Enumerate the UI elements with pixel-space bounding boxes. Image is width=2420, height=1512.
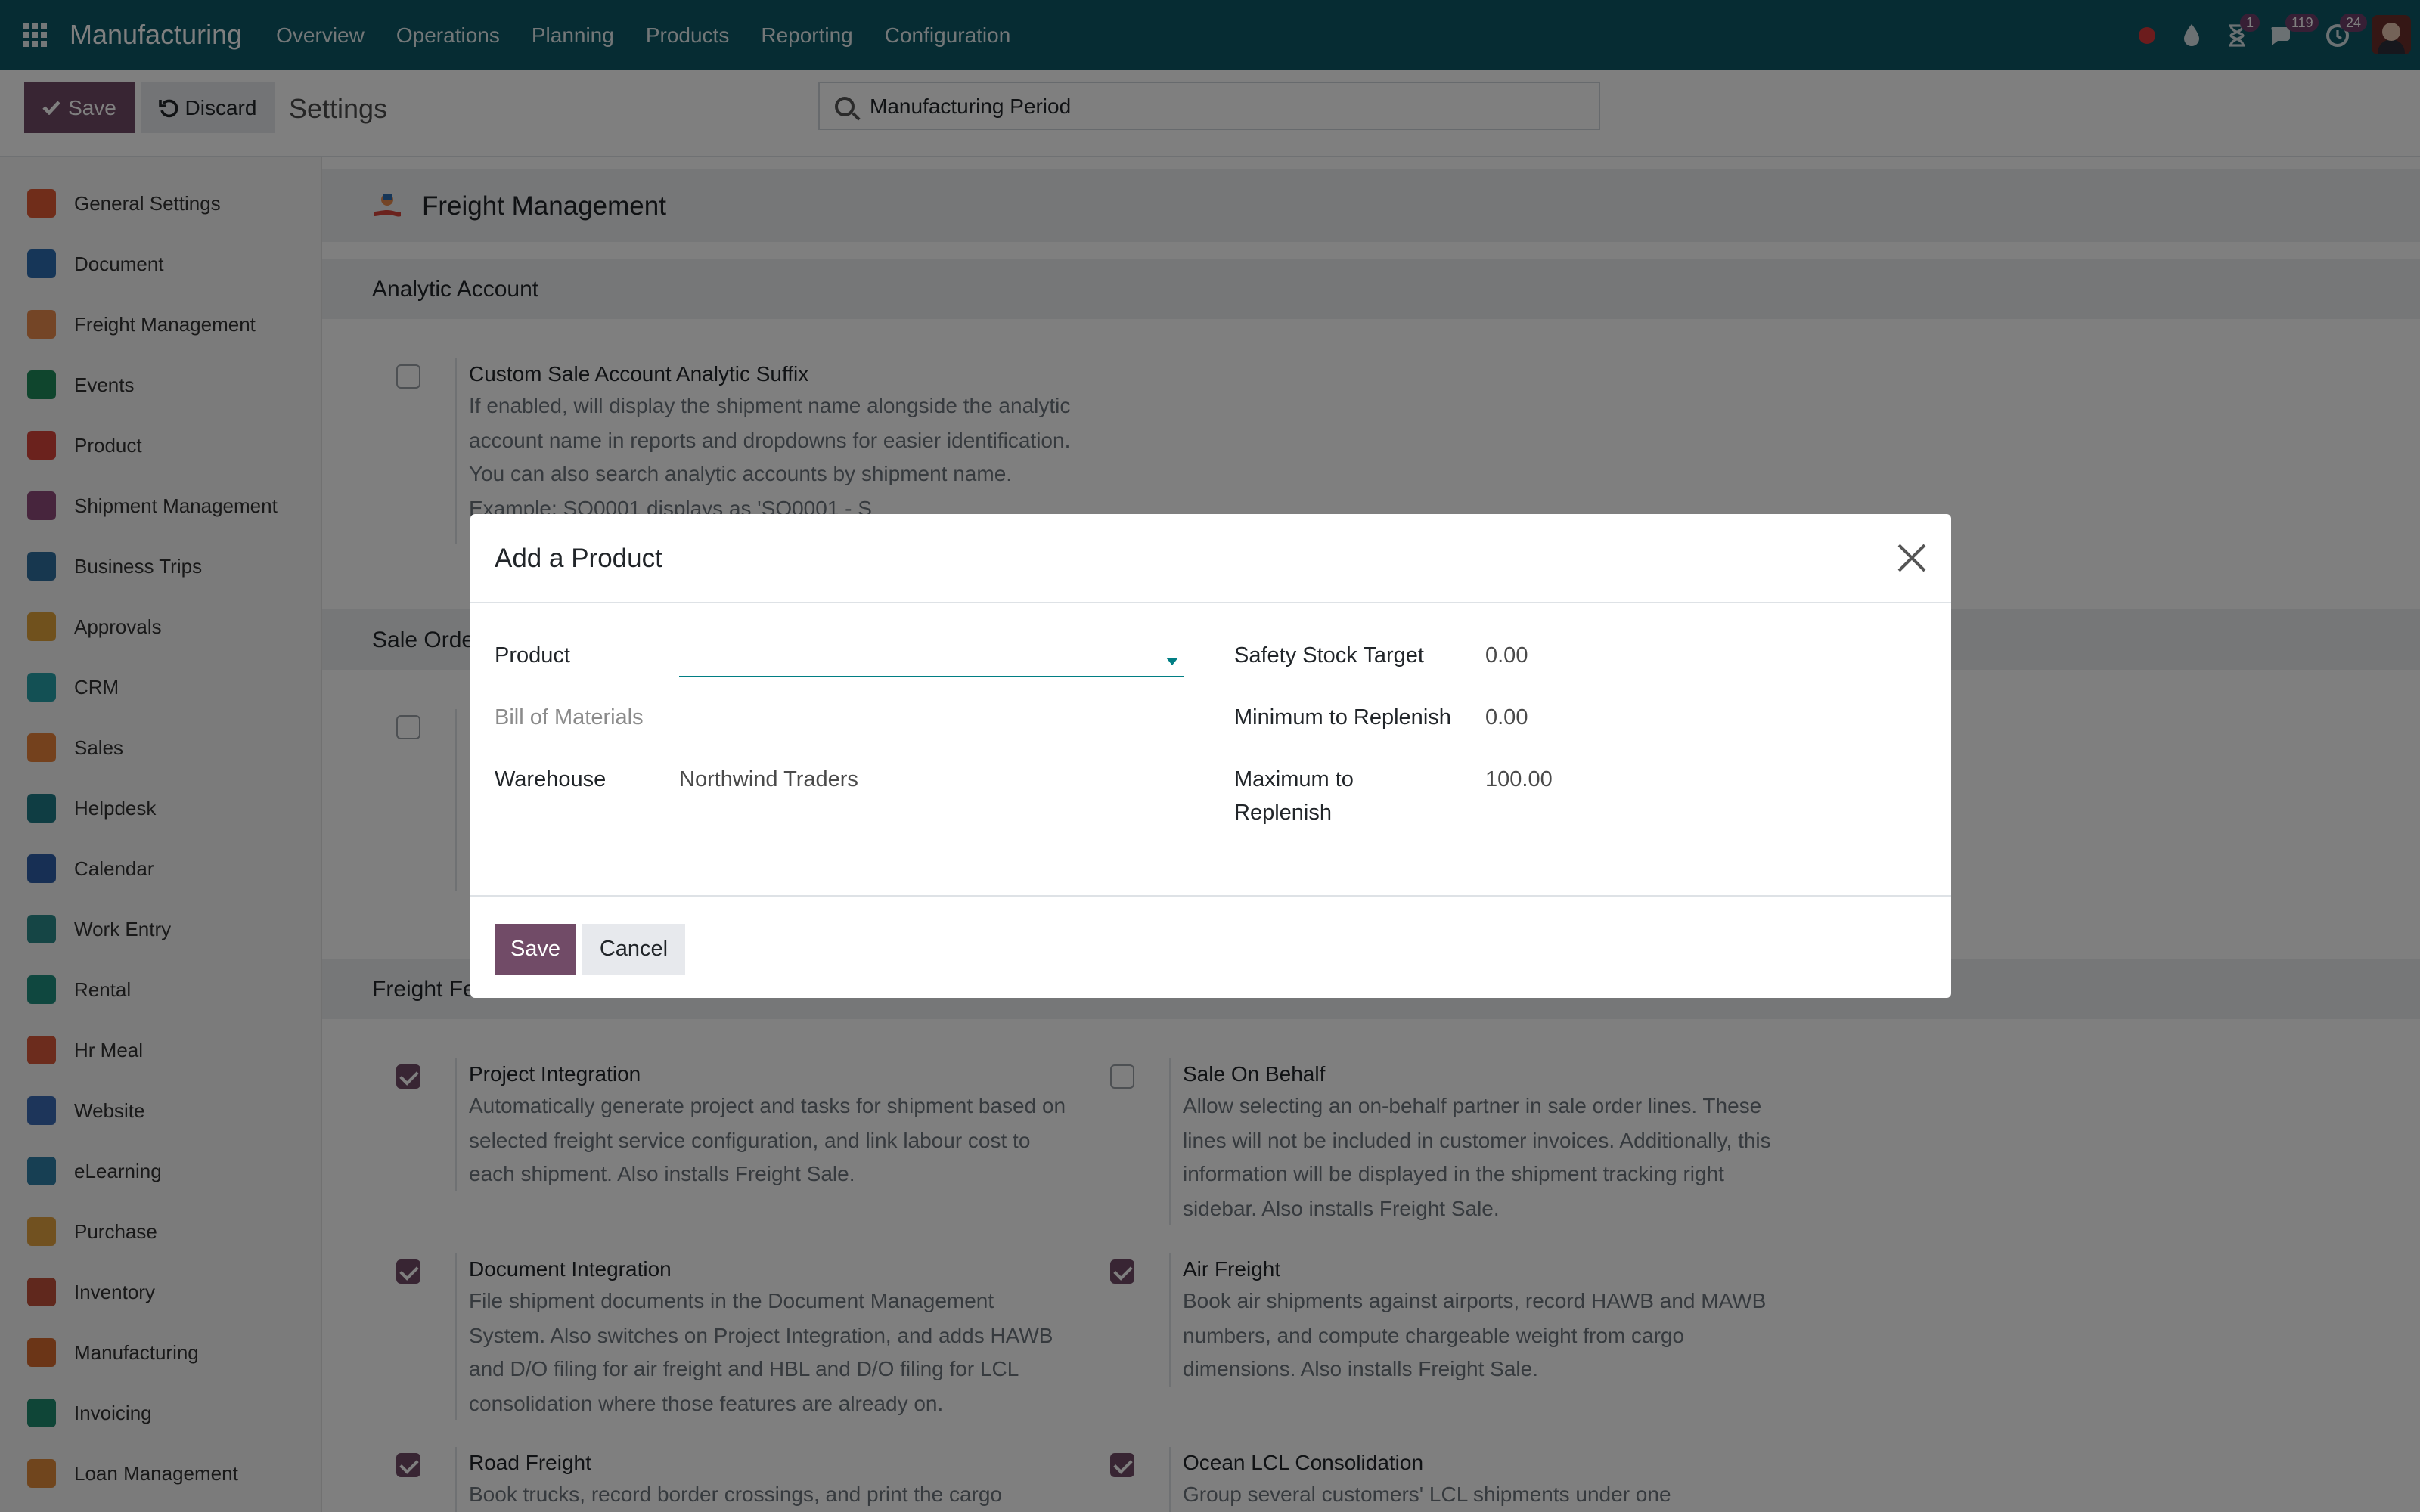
- min-replenish-label: Minimum to Replenish: [1234, 706, 1451, 730]
- chevron-down-icon[interactable]: [1166, 658, 1178, 665]
- product-field[interactable]: [679, 644, 1184, 677]
- min-replenish-value[interactable]: 0.00: [1485, 702, 1528, 735]
- max-replenish-value[interactable]: 100.00: [1485, 764, 1553, 797]
- max-replenish-label-line1: Maximum to: [1234, 768, 1354, 792]
- add-product-dialog: Add a Product Product Bill of Materials …: [470, 514, 1951, 998]
- safety-stock-value[interactable]: 0.00: [1485, 640, 1528, 673]
- max-replenish-label-line2: Replenish: [1234, 801, 1332, 826]
- dialog-cancel-button[interactable]: Cancel: [582, 924, 685, 975]
- dialog-footer: Save Cancel: [470, 895, 1951, 998]
- dialog-header: Add a Product: [470, 514, 1951, 603]
- close-icon[interactable]: [1897, 543, 1927, 573]
- product-label: Product: [495, 644, 570, 668]
- safety-stock-label: Safety Stock Target: [1234, 644, 1424, 668]
- warehouse-value[interactable]: Northwind Traders: [679, 764, 858, 797]
- dialog-save-button[interactable]: Save: [495, 924, 576, 975]
- warehouse-label: Warehouse: [495, 768, 607, 792]
- max-replenish-label: Maximum to Replenish: [1234, 764, 1354, 830]
- bom-label: Bill of Materials: [495, 706, 644, 730]
- dialog-title: Add a Product: [495, 542, 662, 572]
